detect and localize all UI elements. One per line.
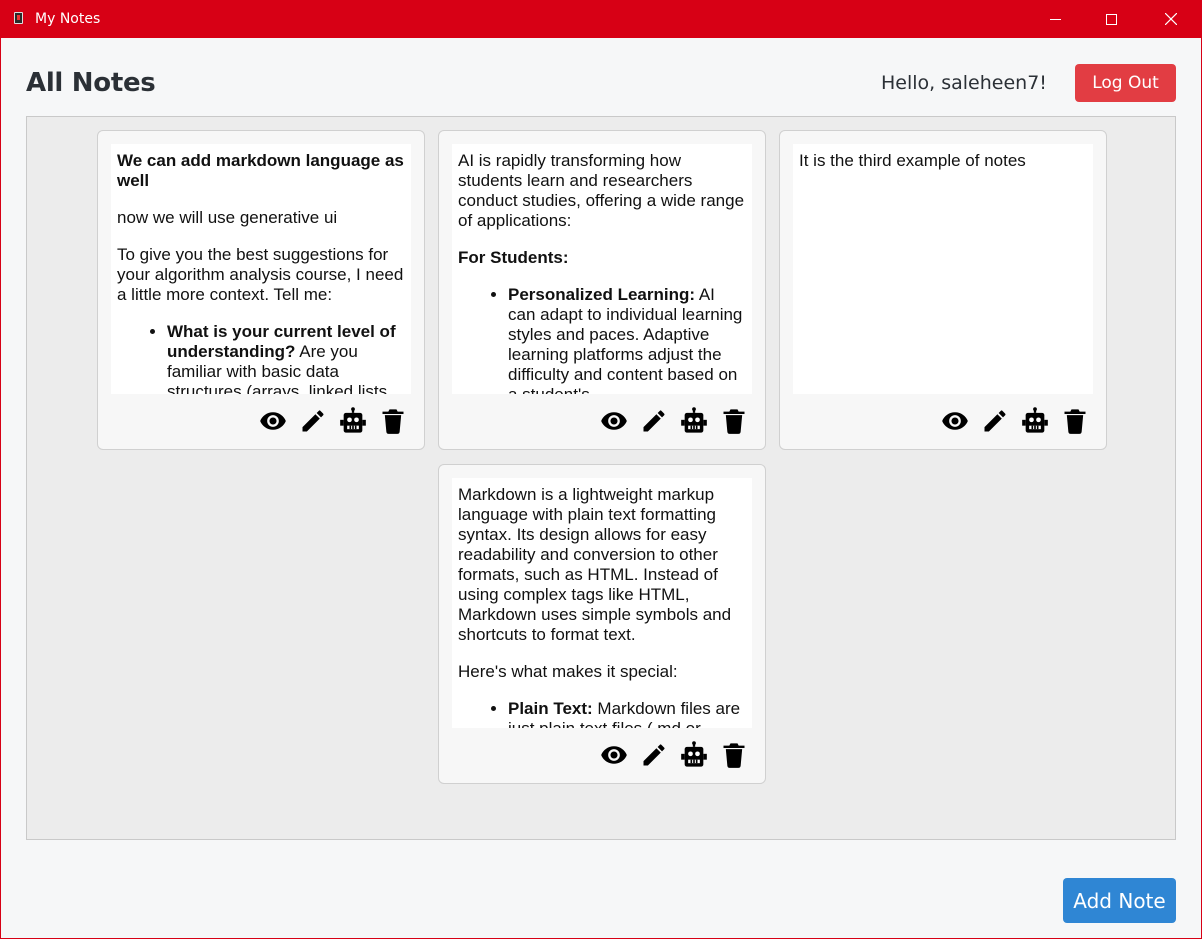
note-content[interactable]: AI is rapidly transforming how students … [452, 144, 752, 394]
robot-icon [681, 407, 707, 433]
note-content[interactable]: It is the third example of notes [793, 144, 1093, 394]
note-actions [940, 406, 1090, 436]
delete-note-button[interactable] [378, 406, 408, 436]
note-list: Plain Text: Markdown files are just plai… [458, 699, 746, 728]
app-icon [14, 12, 23, 24]
edit-note-button[interactable] [639, 406, 669, 436]
window-title: My Notes [35, 11, 101, 27]
eye-icon [942, 412, 968, 430]
note-actions [599, 740, 749, 770]
note-list: What is your current level of understand… [117, 322, 405, 394]
note-paragraph: To give you the best suggestions for you… [117, 245, 404, 304]
note-card: Markdown is a lightweight markup languag… [438, 464, 766, 784]
delete-note-button[interactable] [1060, 406, 1090, 436]
delete-note-button[interactable] [719, 740, 749, 770]
pencil-icon [643, 744, 665, 766]
pencil-icon [984, 410, 1006, 432]
note-content[interactable]: Markdown is a lightweight markup languag… [452, 478, 752, 728]
note-paragraph: It is the third example of notes [799, 151, 1026, 170]
pencil-icon [643, 410, 665, 432]
minimize-icon [1049, 18, 1061, 20]
note-heading: We can add markdown language as well [117, 151, 404, 190]
note-card: AI is rapidly transforming how students … [438, 130, 766, 450]
list-item: What is your current level of understand… [167, 322, 405, 394]
window-titlebar: My Notes [0, 0, 1202, 38]
eye-icon [260, 412, 286, 430]
view-note-button[interactable] [599, 740, 629, 770]
edit-note-button[interactable] [639, 740, 669, 770]
view-note-button[interactable] [940, 406, 970, 436]
note-content[interactable]: We can add markdown language as well now… [111, 144, 411, 394]
trash-icon [723, 743, 745, 768]
robot-icon [340, 407, 366, 433]
note-actions [599, 406, 749, 436]
note-heading: For Students: [458, 248, 569, 267]
trash-icon [1064, 409, 1086, 434]
note-paragraph: AI is rapidly transforming how students … [458, 151, 745, 230]
maximize-button[interactable] [1082, 0, 1140, 38]
trash-icon [723, 409, 745, 434]
close-button[interactable] [1142, 0, 1200, 38]
note-paragraph: now we will use generative ui [117, 208, 338, 227]
robot-icon [1022, 407, 1048, 433]
note-list: Personalized Learning: AI can adapt to i… [458, 285, 746, 394]
logout-button[interactable]: Log Out [1075, 64, 1176, 102]
ai-note-button[interactable] [679, 406, 709, 436]
view-note-button[interactable] [599, 406, 629, 436]
user-greeting: Hello, saleheen7! [881, 72, 1047, 94]
minimize-button[interactable] [1026, 0, 1084, 38]
close-icon [1165, 13, 1177, 25]
pencil-icon [302, 410, 324, 432]
list-item: Personalized Learning: AI can adapt to i… [508, 285, 746, 394]
list-item: Plain Text: Markdown files are just plai… [508, 699, 746, 728]
add-note-button[interactable]: Add Note [1063, 878, 1176, 923]
edit-note-button[interactable] [298, 406, 328, 436]
note-actions [258, 406, 408, 436]
ai-note-button[interactable] [338, 406, 368, 436]
view-note-button[interactable] [258, 406, 288, 436]
trash-icon [382, 409, 404, 434]
note-card: It is the third example of notes [779, 130, 1107, 450]
note-paragraph: Here's what makes it special: [458, 662, 678, 681]
eye-icon [601, 746, 627, 764]
ai-note-button[interactable] [679, 740, 709, 770]
notes-grid: We can add markdown language as well now… [26, 116, 1176, 840]
eye-icon [601, 412, 627, 430]
delete-note-button[interactable] [719, 406, 749, 436]
ai-note-button[interactable] [1020, 406, 1050, 436]
edit-note-button[interactable] [980, 406, 1010, 436]
page-title: All Notes [26, 68, 156, 98]
note-card: We can add markdown language as well now… [97, 130, 425, 450]
robot-icon [681, 741, 707, 767]
app-content: All Notes Hello, saleheen7! Log Out We c… [1, 38, 1201, 938]
note-paragraph: Markdown is a lightweight markup languag… [458, 485, 732, 644]
maximize-icon [1105, 13, 1117, 25]
